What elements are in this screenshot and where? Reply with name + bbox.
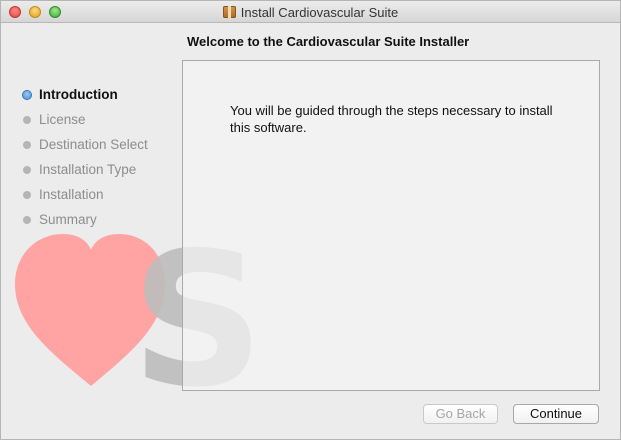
content-pane: You will be guided through the steps nec… (182, 60, 600, 391)
step-destination-select: Destination Select (23, 132, 183, 157)
step-label: Installation (39, 187, 104, 202)
intro-message: You will be guided through the steps nec… (230, 103, 553, 135)
installer-steps: Introduction License Destination Select … (23, 82, 183, 232)
step-label: Installation Type (39, 162, 137, 177)
step-bullet-icon (23, 90, 31, 99)
continue-button[interactable]: Continue (513, 404, 599, 424)
window-title: Install Cardiovascular Suite (240, 4, 399, 20)
step-label: Destination Select (39, 137, 148, 152)
installer-window: Install Cardiovascular Suite Welcome to … (0, 0, 621, 440)
step-label: Summary (39, 212, 97, 227)
go-back-button[interactable]: Go Back (423, 404, 498, 424)
title-bar: Install Cardiovascular Suite (1, 1, 620, 23)
step-installation: Installation (23, 182, 183, 207)
step-installation-type: Installation Type (23, 157, 183, 182)
step-label: Introduction (39, 87, 118, 102)
step-bullet-icon (23, 190, 31, 199)
step-summary: Summary (23, 207, 183, 232)
step-bullet-icon (23, 115, 31, 124)
window-title-group: Install Cardiovascular Suite (1, 1, 620, 23)
step-bullet-icon (23, 215, 31, 224)
step-license: License (23, 107, 183, 132)
step-bullet-icon (23, 165, 31, 174)
step-introduction: Introduction (23, 82, 183, 107)
step-bullet-icon (23, 140, 31, 149)
package-icon (222, 6, 236, 18)
step-label: License (39, 112, 86, 127)
page-heading: Welcome to the Cardiovascular Suite Inst… (187, 34, 470, 49)
